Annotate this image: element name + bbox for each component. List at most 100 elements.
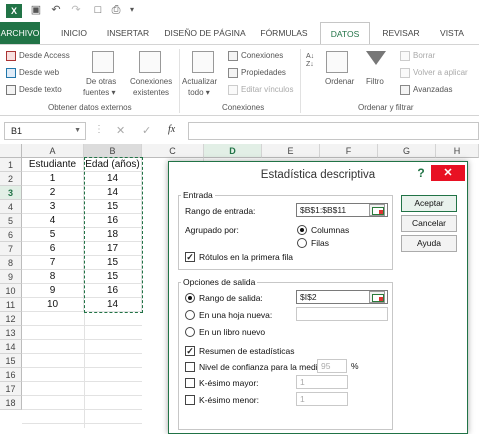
rotulos-checkbox[interactable]: ✓ — [185, 252, 195, 262]
avanzadas-button[interactable]: Avanzadas — [413, 85, 452, 94]
de-otras-fuentes-label-2[interactable]: fuentes ▾ — [83, 88, 115, 97]
column-header-b[interactable]: B — [84, 144, 142, 158]
conexiones-existentes-label-1[interactable]: Conexiones — [130, 77, 172, 86]
tab-revisar[interactable]: REVISAR — [378, 22, 424, 44]
filtro-button[interactable]: Filtro — [366, 77, 384, 86]
row-header[interactable]: 6 — [0, 228, 22, 242]
print-preview-icon[interactable]: ⎙ — [110, 4, 122, 16]
propiedades-button[interactable]: Propiedades — [241, 68, 286, 77]
aceptar-button[interactable]: Aceptar — [401, 195, 457, 212]
nivel-confianza-input[interactable]: 95 — [317, 359, 347, 373]
row-header[interactable]: 10 — [0, 284, 22, 298]
row-header[interactable]: 5 — [0, 214, 22, 228]
hoja-nueva-radio[interactable] — [185, 310, 195, 320]
close-button[interactable]: ✕ — [431, 165, 465, 181]
rango-salida-label[interactable]: Rango de salida: — [199, 293, 263, 303]
column-header-g[interactable]: G — [378, 144, 436, 158]
table-cell[interactable]: 5 — [22, 228, 84, 242]
k-mayor-checkbox[interactable] — [185, 378, 195, 388]
k-mayor-label[interactable]: K-ésimo mayor: — [199, 378, 259, 388]
tab-vista[interactable]: VISTA — [432, 22, 472, 44]
row-header[interactable]: 8 — [0, 256, 22, 270]
table-cell[interactable]: 1 — [22, 172, 84, 186]
resumen-checkbox[interactable]: ✓ — [185, 346, 195, 356]
libro-nuevo-radio[interactable] — [185, 327, 195, 337]
row-header[interactable]: 7 — [0, 242, 22, 256]
row-header[interactable]: 4 — [0, 200, 22, 214]
row-header[interactable]: 14 — [0, 340, 22, 354]
columnas-radio[interactable] — [297, 225, 307, 235]
borrar-button[interactable]: Borrar — [413, 51, 435, 60]
editar-vinculos-button[interactable]: Editar vínculos — [241, 85, 293, 94]
row-header[interactable]: 15 — [0, 354, 22, 368]
k-menor-checkbox[interactable] — [185, 395, 195, 405]
ayuda-button[interactable]: Ayuda — [401, 235, 457, 252]
name-box[interactable]: B1 ▼ — [4, 122, 86, 140]
table-cell[interactable]: 2 — [22, 186, 84, 200]
column-header-c[interactable]: C — [142, 144, 204, 158]
k-menor-label[interactable]: K-ésimo menor: — [199, 395, 259, 405]
redo-icon[interactable]: ↷ — [70, 4, 82, 16]
help-icon[interactable]: ? — [414, 166, 428, 180]
actualizar-todo-label-2[interactable]: todo ▾ — [188, 88, 210, 97]
undo-icon[interactable]: ↶ — [50, 4, 62, 16]
table-cell[interactable]: 7 — [22, 256, 84, 270]
column-header-f[interactable]: F — [320, 144, 378, 158]
table-cell[interactable]: 6 — [22, 242, 84, 256]
row-header[interactable]: 1 — [0, 158, 22, 172]
tab-archivo[interactable]: ARCHIVO — [0, 22, 40, 44]
tab-datos[interactable]: DATOS — [320, 22, 370, 44]
row-header[interactable]: 13 — [0, 326, 22, 340]
row-header[interactable]: 12 — [0, 312, 22, 326]
tab-formulas[interactable]: FÓRMULAS — [256, 22, 312, 44]
row-header[interactable]: 2 — [0, 172, 22, 186]
actualizar-todo-label-1[interactable]: Actualizar — [182, 77, 217, 86]
range-selector-icon[interactable] — [369, 204, 385, 216]
table-cell[interactable]: 10 — [22, 298, 84, 312]
customize-qat-icon[interactable]: ▾ — [126, 4, 138, 16]
column-header-h[interactable]: H — [436, 144, 479, 158]
fx-icon[interactable]: fx — [168, 124, 175, 135]
table-cell[interactable]: 8 — [22, 270, 84, 284]
nivel-confianza-checkbox[interactable] — [185, 362, 195, 372]
row-header[interactable]: 9 — [0, 270, 22, 284]
conexiones-existentes-label-2[interactable]: existentes — [133, 88, 169, 97]
empty-cells[interactable] — [22, 312, 142, 428]
table-header-estudiante[interactable]: Estudiante — [22, 158, 84, 172]
filas-label[interactable]: Filas — [311, 238, 329, 248]
hoja-nueva-label[interactable]: En una hoja nueva: — [199, 310, 272, 320]
k-menor-input[interactable]: 1 — [296, 392, 348, 406]
de-otras-fuentes-label-1[interactable]: De otras — [86, 77, 116, 86]
select-all-corner[interactable] — [0, 144, 22, 158]
rotulos-label[interactable]: Rótulos en la primera fila — [199, 252, 293, 262]
tab-diseno[interactable]: DISEÑO DE PÁGINA — [164, 22, 246, 44]
range-selector-icon[interactable] — [369, 291, 385, 303]
nivel-confianza-label[interactable]: Nivel de confianza para la media: — [199, 362, 317, 372]
dialog-titlebar[interactable]: Estadística descriptiva ? ✕ — [169, 162, 467, 188]
volver-aplicar-button[interactable]: Volver a aplicar — [413, 68, 468, 77]
column-header-e[interactable]: E — [262, 144, 320, 158]
table-cell[interactable]: 3 — [22, 200, 84, 214]
row-header[interactable]: 17 — [0, 382, 22, 396]
cancel-icon[interactable]: ✕ — [116, 124, 125, 137]
hoja-nueva-input[interactable] — [296, 307, 388, 321]
row-header[interactable]: 18 — [0, 396, 22, 410]
resumen-label[interactable]: Resumen de estadísticas — [199, 346, 294, 356]
tab-insertar[interactable]: INSERTAR — [104, 22, 152, 44]
tab-inicio[interactable]: INICIO — [56, 22, 92, 44]
desde-access-button[interactable]: Desde Access — [19, 51, 70, 60]
new-file-icon[interactable]: □ — [92, 4, 104, 16]
chevron-down-icon[interactable]: ▼ — [74, 123, 81, 139]
columnas-label[interactable]: Columnas — [311, 225, 349, 235]
enter-icon[interactable]: ✓ — [142, 124, 151, 137]
desde-web-button[interactable]: Desde web — [19, 68, 59, 77]
filas-radio[interactable] — [297, 238, 307, 248]
save-icon[interactable]: ▣ — [30, 4, 42, 16]
sort-az-icon[interactable]: A↓ Z↓ — [306, 53, 314, 69]
cancelar-button[interactable]: Cancelar — [401, 215, 457, 232]
ordenar-button[interactable]: Ordenar — [325, 77, 354, 86]
conexiones-button[interactable]: Conexiones — [241, 51, 283, 60]
column-header-d[interactable]: D — [204, 144, 262, 158]
libro-nuevo-label[interactable]: En un libro nuevo — [199, 327, 265, 337]
desde-texto-button[interactable]: Desde texto — [19, 85, 62, 94]
